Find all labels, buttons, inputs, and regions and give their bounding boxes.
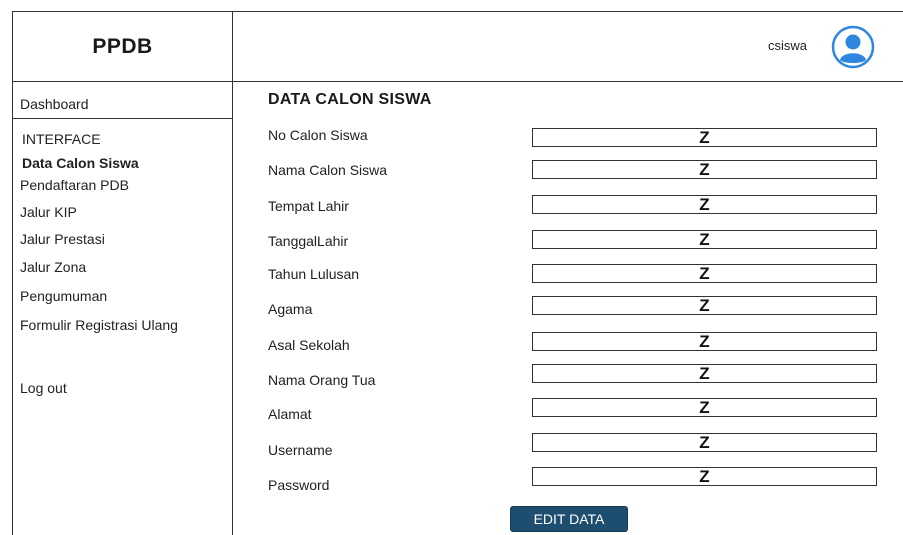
sidebar-divider [232, 11, 233, 535]
nama-orang-tua-field[interactable] [532, 364, 877, 383]
sidebar-item-dashboard[interactable]: Dashboard [20, 96, 89, 112]
tahun-lulusan-field[interactable] [532, 264, 877, 283]
sidebar-item-jalur-zona[interactable]: Jalur Zona [20, 259, 86, 275]
tempat-lahir-field[interactable] [532, 195, 877, 214]
field-label-alamat: Alamat [268, 406, 312, 422]
sidebar-item-formulir-registrasi-ulang[interactable]: Formulir Registrasi Ulang [20, 317, 178, 333]
sidebar-section-heading: INTERFACE [22, 131, 101, 147]
tanggal-lahir-field[interactable] [532, 230, 877, 249]
header-username[interactable]: csiswa [768, 38, 807, 53]
left-border [12, 11, 13, 535]
sidebar-item-jalur-kip[interactable]: Jalur KIP [20, 204, 77, 220]
sidebar-item-pengumuman[interactable]: Pengumuman [20, 288, 107, 304]
field-label-tanggal-lahir: TanggalLahir [268, 233, 349, 249]
password-field[interactable] [532, 467, 877, 486]
field-label-password: Password [268, 477, 330, 493]
brand-title: PPDB [92, 34, 153, 58]
nama-calon-siswa-field[interactable] [532, 160, 877, 179]
edit-data-button[interactable]: EDIT DATA [510, 506, 628, 532]
dashboard-divider [12, 118, 233, 119]
field-label-asal-sekolah: Asal Sekolah [268, 337, 350, 353]
sidebar-item-jalur-prestasi[interactable]: Jalur Prestasi [20, 231, 105, 247]
alamat-field[interactable] [532, 398, 877, 417]
no-calon-siswa-field[interactable] [532, 128, 877, 147]
header-bottom-border [12, 81, 903, 82]
field-label-tahun-lulusan: Tahun Lulusan [268, 266, 360, 282]
sidebar-item-data-calon-siswa[interactable]: Data Calon Siswa [22, 155, 139, 171]
field-label-username: Username [268, 442, 333, 458]
field-label-tempat-lahir: Tempat Lahir [268, 198, 349, 214]
field-label-nama-calon-siswa: Nama Calon Siswa [268, 162, 388, 178]
sidebar-item-pendaftaran[interactable]: Pendaftaran PDB [20, 177, 129, 193]
agama-field[interactable] [532, 296, 877, 315]
user-circle-icon[interactable] [831, 25, 875, 69]
field-label-no-calon-siswa: No Calon Siswa [268, 127, 368, 143]
page-title: DATA CALON SISWA [268, 91, 432, 108]
field-label-agama: Agama [268, 301, 313, 317]
asal-sekolah-field[interactable] [532, 332, 877, 351]
field-label-nama-orang-tua: Nama Orang Tua [268, 372, 376, 388]
username-field[interactable] [532, 433, 877, 452]
sidebar-item-logout[interactable]: Log out [20, 380, 67, 396]
